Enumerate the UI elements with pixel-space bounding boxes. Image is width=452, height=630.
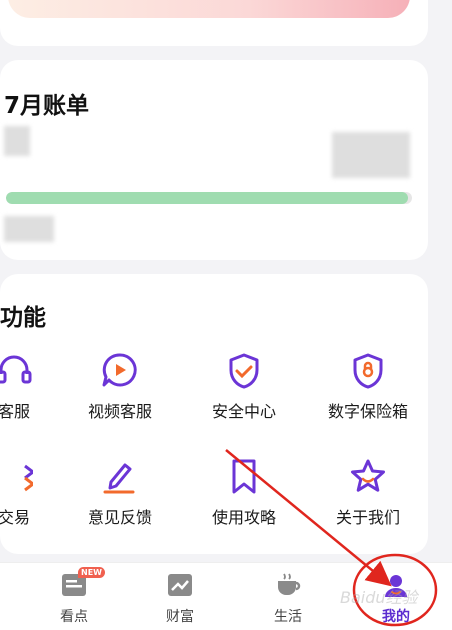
pen-feedback-icon — [103, 463, 135, 494]
blurred-value — [332, 132, 410, 178]
watermark: Baidu经验 — [340, 588, 418, 607]
bill-progress-bar — [6, 192, 412, 204]
func-feedback[interactable]: 意见反馈 — [60, 458, 180, 538]
func-label: 使用攻略 — [211, 508, 276, 527]
blurred-caption — [4, 216, 54, 242]
bookmark-icon — [232, 459, 256, 494]
banner-card[interactable] — [0, 0, 428, 46]
nav-label: 我的 — [382, 609, 410, 625]
func-digital-safe[interactable]: 数字保险箱 — [308, 352, 428, 432]
nav-label: 财富 — [166, 609, 194, 625]
safe-lock-icon — [353, 353, 383, 389]
func-video-service[interactable]: 视频客服 — [60, 352, 180, 432]
func-guide[interactable]: 使用攻略 — [184, 458, 304, 538]
functions-title: 功能 — [0, 305, 46, 331]
shield-check-icon — [229, 353, 259, 389]
bill-progress-fill — [6, 192, 408, 204]
page-gutter — [428, 0, 452, 562]
bill-title: 7月账单 — [4, 93, 90, 119]
func-label: 视频客服 — [87, 402, 152, 421]
nav-label: 生活 — [274, 609, 302, 625]
coffee-cup-icon — [278, 573, 301, 595]
func-security-center[interactable]: 安全中心 — [184, 352, 304, 432]
func-label: 意见反馈 — [87, 508, 152, 527]
video-chat-icon — [102, 353, 137, 387]
func-label: 安全中心 — [211, 402, 276, 421]
nav-item-wealth[interactable]: 财富 — [140, 568, 220, 628]
func-label: 数字保险箱 — [327, 402, 408, 421]
star-smile-icon — [351, 459, 385, 492]
nav-label: 看点 — [60, 609, 88, 625]
trend-chart-icon — [168, 574, 192, 596]
nav-item-life[interactable]: 生活 — [248, 568, 328, 628]
blurred-amount — [4, 126, 30, 156]
nav-item-news[interactable]: NEW 看点 — [34, 567, 114, 628]
headset-icon — [0, 355, 32, 384]
func-about-us[interactable]: 关于我们 — [308, 458, 428, 538]
func-label: 关于我们 — [335, 508, 400, 527]
new-badge: NEW — [78, 567, 105, 578]
transaction-icon — [24, 464, 33, 492]
promo-banner[interactable] — [8, 0, 410, 18]
